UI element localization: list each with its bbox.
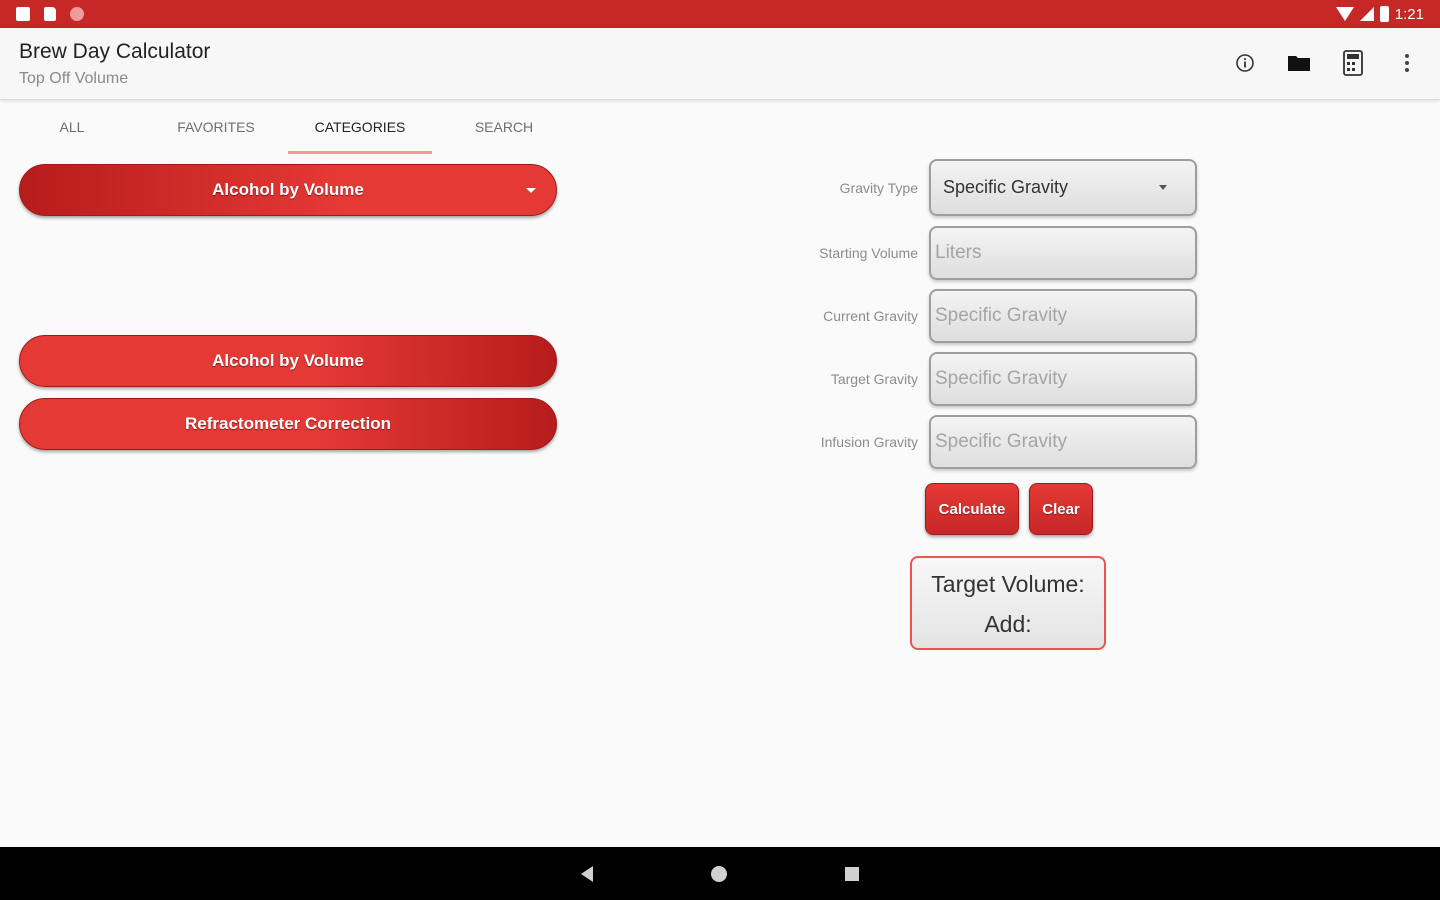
- notification-square-icon: [16, 7, 30, 21]
- tab-categories[interactable]: CATEGORIES: [288, 100, 432, 154]
- calculator-item-alcohol-by-volume[interactable]: Alcohol by Volume: [19, 335, 557, 387]
- app-bar: Brew Day Calculator Top Off Volume: [0, 28, 1440, 100]
- category-dropdown-value: Alcohol by Volume: [212, 180, 364, 199]
- tab-search[interactable]: SEARCH: [432, 100, 576, 154]
- app-actions: [1232, 50, 1420, 76]
- calculate-button[interactable]: Calculate: [925, 483, 1019, 535]
- tab-favorites[interactable]: FAVORITES: [144, 100, 288, 154]
- chevron-down-icon: [526, 188, 536, 193]
- recent-apps-icon[interactable]: [845, 866, 859, 881]
- info-icon[interactable]: [1232, 50, 1258, 76]
- app-subtitle: Top Off Volume: [19, 70, 129, 87]
- infusion-gravity-input[interactable]: [931, 417, 1195, 467]
- calculator-item-label: Refractometer Correction: [185, 414, 391, 433]
- starting-volume-input[interactable]: [931, 228, 1195, 278]
- gravity-type-value: Specific Gravity: [943, 177, 1069, 197]
- target-gravity-field[interactable]: [929, 352, 1197, 406]
- infusion-gravity-field[interactable]: [929, 415, 1197, 469]
- calculator-item-refractometer-correction[interactable]: Refractometer Correction: [19, 398, 557, 450]
- signal-icon: [1359, 7, 1374, 21]
- calculator-icon[interactable]: [1340, 50, 1366, 76]
- calculator-item-label: Alcohol by Volume: [212, 351, 364, 370]
- wifi-icon: [1335, 7, 1354, 21]
- home-icon[interactable]: [711, 865, 727, 882]
- category-tabs: ALL FAVORITES CATEGORIES SEARCH: [0, 100, 576, 154]
- infusion-gravity-label: Infusion Gravity: [820, 434, 918, 450]
- current-gravity-field[interactable]: [929, 289, 1197, 343]
- target-gravity-input[interactable]: [931, 354, 1195, 404]
- starting-volume-label: Starting Volume: [819, 245, 918, 261]
- gravity-type-select[interactable]: Specific Gravity: [929, 159, 1197, 216]
- chevron-down-icon: [1159, 185, 1167, 190]
- back-icon[interactable]: [581, 865, 593, 882]
- current-gravity-label: Current Gravity: [823, 308, 918, 324]
- clear-button[interactable]: Clear: [1029, 483, 1093, 535]
- app-title: Brew Day Calculator: [19, 40, 211, 63]
- navigation-bar: [0, 847, 1440, 900]
- tab-all[interactable]: ALL: [0, 100, 144, 154]
- current-gravity-input[interactable]: [931, 291, 1195, 341]
- status-bar: 1:21: [0, 0, 1440, 28]
- result-add: Add:: [984, 611, 1032, 637]
- gravity-type-label: Gravity Type: [839, 180, 918, 196]
- result-target-volume: Target Volume:: [931, 571, 1085, 597]
- status-time: 1:21: [1394, 5, 1424, 23]
- record-dot-icon: [70, 7, 84, 21]
- sd-card-icon: [44, 7, 56, 21]
- target-gravity-label: Target Gravity: [830, 371, 918, 387]
- category-dropdown[interactable]: Alcohol by Volume: [19, 164, 557, 216]
- overflow-menu-icon[interactable]: [1394, 50, 1420, 76]
- starting-volume-field[interactable]: [929, 226, 1197, 280]
- battery-icon: [1379, 6, 1389, 22]
- folder-icon[interactable]: [1286, 50, 1312, 76]
- result-box: Target Volume: Add:: [910, 556, 1106, 650]
